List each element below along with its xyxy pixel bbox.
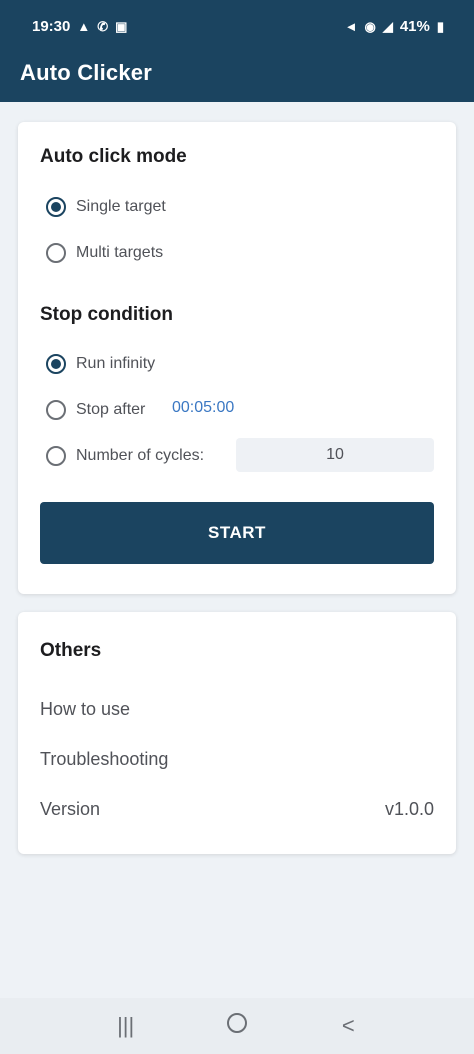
back-icon[interactable]: <	[328, 1013, 368, 1039]
start-button[interactable]: START	[40, 502, 434, 564]
app-title: Auto Clicker	[20, 60, 152, 85]
notification-icon: ▣	[115, 18, 128, 34]
auto-click-mode-title: Auto click mode	[40, 146, 187, 167]
app-bar: 19:30 ▲ ✆ ▣ ◄ ◉ ◢ 41% ▮ Auto Clicker	[0, 0, 474, 102]
radio-unchecked-icon[interactable]	[46, 446, 66, 466]
radio-unchecked-icon[interactable]	[46, 400, 66, 420]
radio-multi-targets[interactable]: Multi targets	[46, 240, 163, 266]
radio-unchecked-icon[interactable]	[46, 243, 66, 263]
radio-number-of-cycles[interactable]: Number of cycles:	[46, 443, 204, 469]
navigation-bar: ||| <	[0, 998, 474, 1054]
version-item: Version v1.0.0	[40, 794, 434, 824]
signal-icon: ◢	[382, 18, 393, 34]
warning-icon: ▲	[77, 18, 91, 34]
radio-label: Multi targets	[76, 244, 164, 261]
radio-label: Number of cycles:	[76, 447, 205, 464]
stop-after-time[interactable]: 00:05:00	[172, 399, 234, 417]
cycles-input[interactable]: 10	[236, 438, 434, 472]
battery-level: 41%	[399, 17, 430, 35]
troubleshooting-item[interactable]: Troubleshooting	[40, 744, 434, 774]
list-item-label: How to use	[40, 698, 131, 719]
recents-icon[interactable]: |||	[106, 1013, 146, 1039]
how-to-use-item[interactable]: How to use	[40, 694, 434, 724]
stop-condition-title: Stop condition	[40, 304, 173, 325]
radio-label: Stop after	[76, 401, 146, 418]
others-title: Others	[40, 640, 102, 661]
version-value: v1.0.0	[384, 798, 434, 819]
radio-stop-after[interactable]: Stop after	[46, 397, 145, 423]
status-time: 19:30	[32, 17, 71, 35]
list-item-label: Version	[40, 798, 101, 819]
phone-icon: ✆	[97, 18, 109, 34]
wifi-icon: ◉	[364, 18, 376, 34]
others-card: Others How to use Troubleshooting Versio…	[18, 612, 456, 854]
list-item-label: Troubleshooting	[40, 748, 169, 769]
home-icon[interactable]	[217, 1013, 257, 1039]
mute-icon: ◄	[344, 18, 358, 34]
radio-label: Single target	[76, 198, 166, 215]
radio-run-infinity[interactable]: Run infinity	[46, 351, 155, 377]
radio-label: Run infinity	[76, 355, 156, 372]
battery-icon: ▮	[436, 18, 444, 34]
radio-checked-icon[interactable]	[46, 354, 66, 374]
radio-single-target[interactable]: Single target	[46, 194, 166, 220]
radio-checked-icon[interactable]	[46, 197, 66, 217]
settings-card: Auto click mode Single target Multi targ…	[18, 122, 456, 594]
status-bar: 19:30 ▲ ✆ ▣ ◄ ◉ ◢ 41% ▮	[0, 0, 474, 52]
